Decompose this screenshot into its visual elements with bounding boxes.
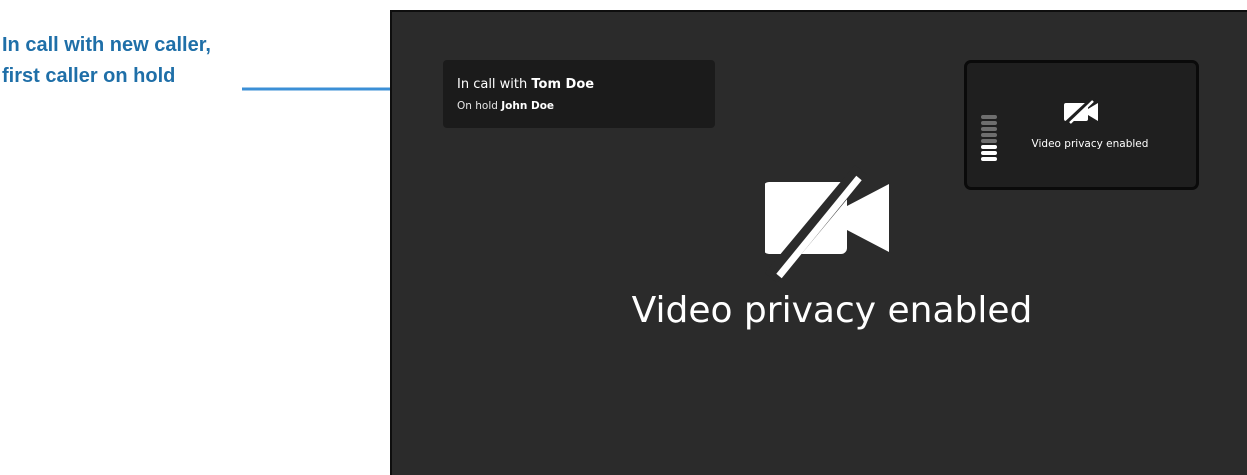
video-call-screen: In call with Tom Doe On hold John Doe Vi… [390,10,1247,475]
audio-level-bar [981,157,997,161]
active-caller-name: Tom Doe [531,77,595,92]
audio-level-bar [981,115,997,119]
annotation-arrow [242,79,443,99]
audio-level-bar [981,139,997,143]
audio-level-bar [981,151,997,155]
held-caller-name: John Doe [501,100,555,112]
video-off-icon [1064,97,1098,125]
audio-level-bar [981,145,997,149]
audio-level-bar [981,121,997,125]
video-off-icon [765,164,889,282]
self-view-preview[interactable]: Video privacy enabled [964,60,1199,190]
call-status-line: In call with Tom Doe [457,77,595,92]
call-status-panel: In call with Tom Doe On hold John Doe [443,60,715,128]
audio-level-meter [981,115,997,163]
video-privacy-message: Video privacy enabled [631,290,1033,331]
self-view-privacy-label: Video privacy enabled [1031,138,1149,150]
hold-status-line: On hold John Doe [457,100,555,112]
audio-level-bar [981,127,997,131]
audio-level-bar [981,133,997,137]
